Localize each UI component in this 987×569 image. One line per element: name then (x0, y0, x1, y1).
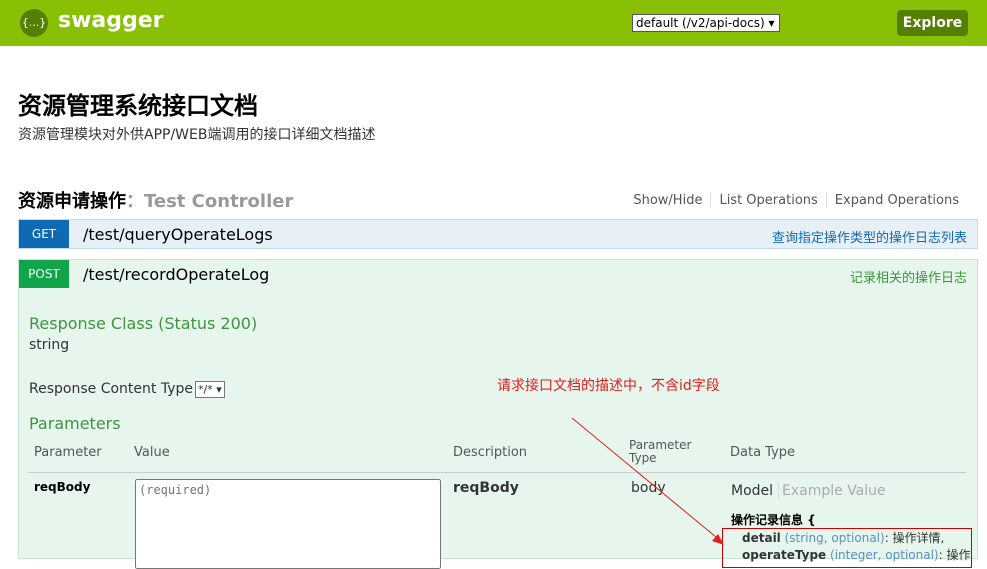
annotation-arrow-icon (571, 417, 724, 545)
